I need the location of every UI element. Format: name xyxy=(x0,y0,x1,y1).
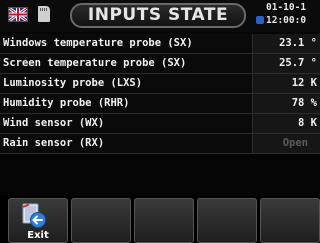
table-row: Humidity probe (RHR) 78 % xyxy=(0,94,320,114)
value-cell: Open xyxy=(252,134,320,153)
table-row: Rain sensor (RX) Open xyxy=(0,134,320,154)
input-value: Open xyxy=(282,137,308,149)
value-cell: 23.1 ° xyxy=(252,34,320,53)
input-value: 78 % xyxy=(291,97,317,109)
date-text: 01-10-1 xyxy=(266,2,307,13)
inputs-table: Windows temperature probe (SX) 23.1 ° Sc… xyxy=(0,34,320,154)
title-box: INPUTS STATE xyxy=(70,3,246,28)
sd-card-icon xyxy=(38,6,50,22)
page-title: INPUTS STATE xyxy=(87,5,229,25)
softkey-5[interactable] xyxy=(260,198,320,243)
input-value: 25.7 ° xyxy=(279,57,317,69)
input-name: Screen temperature probe (SX) xyxy=(3,57,187,69)
table-row: Wind sensor (WX) 8 K xyxy=(0,114,320,134)
table-row: Screen temperature probe (SX) 25.7 ° xyxy=(0,54,320,74)
input-name: Rain sensor (RX) xyxy=(3,137,105,149)
value-cell: 25.7 ° xyxy=(252,54,320,73)
value-cell: 8 K xyxy=(252,114,320,133)
softkey-2[interactable] xyxy=(71,198,131,243)
table-row: Luminosity probe (LXS) 12 K xyxy=(0,74,320,94)
input-name: Wind sensor (WX) xyxy=(3,117,105,129)
softkey-3[interactable] xyxy=(134,198,194,243)
table-row: Windows temperature probe (SX) 23.1 ° xyxy=(0,34,320,54)
uk-flag-icon[interactable] xyxy=(8,7,28,22)
input-name: Luminosity probe (LXS) xyxy=(3,77,143,89)
value-cell: 12 K xyxy=(252,74,320,93)
inputs-state-screen: INPUTS STATE 01-10-1 12:00:0 Windows tem… xyxy=(0,0,320,243)
exit-button[interactable]: Exit xyxy=(8,198,68,243)
clock-display: 01-10-1 12:00:0 xyxy=(256,2,320,30)
exit-label: Exit xyxy=(27,230,49,241)
input-name: Windows temperature probe (SX) xyxy=(3,37,193,49)
time-text: 12:00:0 xyxy=(266,15,307,26)
exit-door-icon xyxy=(22,203,46,228)
header-bar: INPUTS STATE 01-10-1 12:00:0 xyxy=(0,0,320,32)
input-name: Humidity probe (RHR) xyxy=(3,97,130,109)
input-value: 23.1 ° xyxy=(279,37,317,49)
clock-icon xyxy=(256,16,264,24)
input-value: 12 K xyxy=(291,77,317,89)
softkey-bar: Exit xyxy=(0,196,320,243)
value-cell: 78 % xyxy=(252,94,320,113)
input-value: 8 K xyxy=(298,117,317,129)
softkey-4[interactable] xyxy=(197,198,257,243)
